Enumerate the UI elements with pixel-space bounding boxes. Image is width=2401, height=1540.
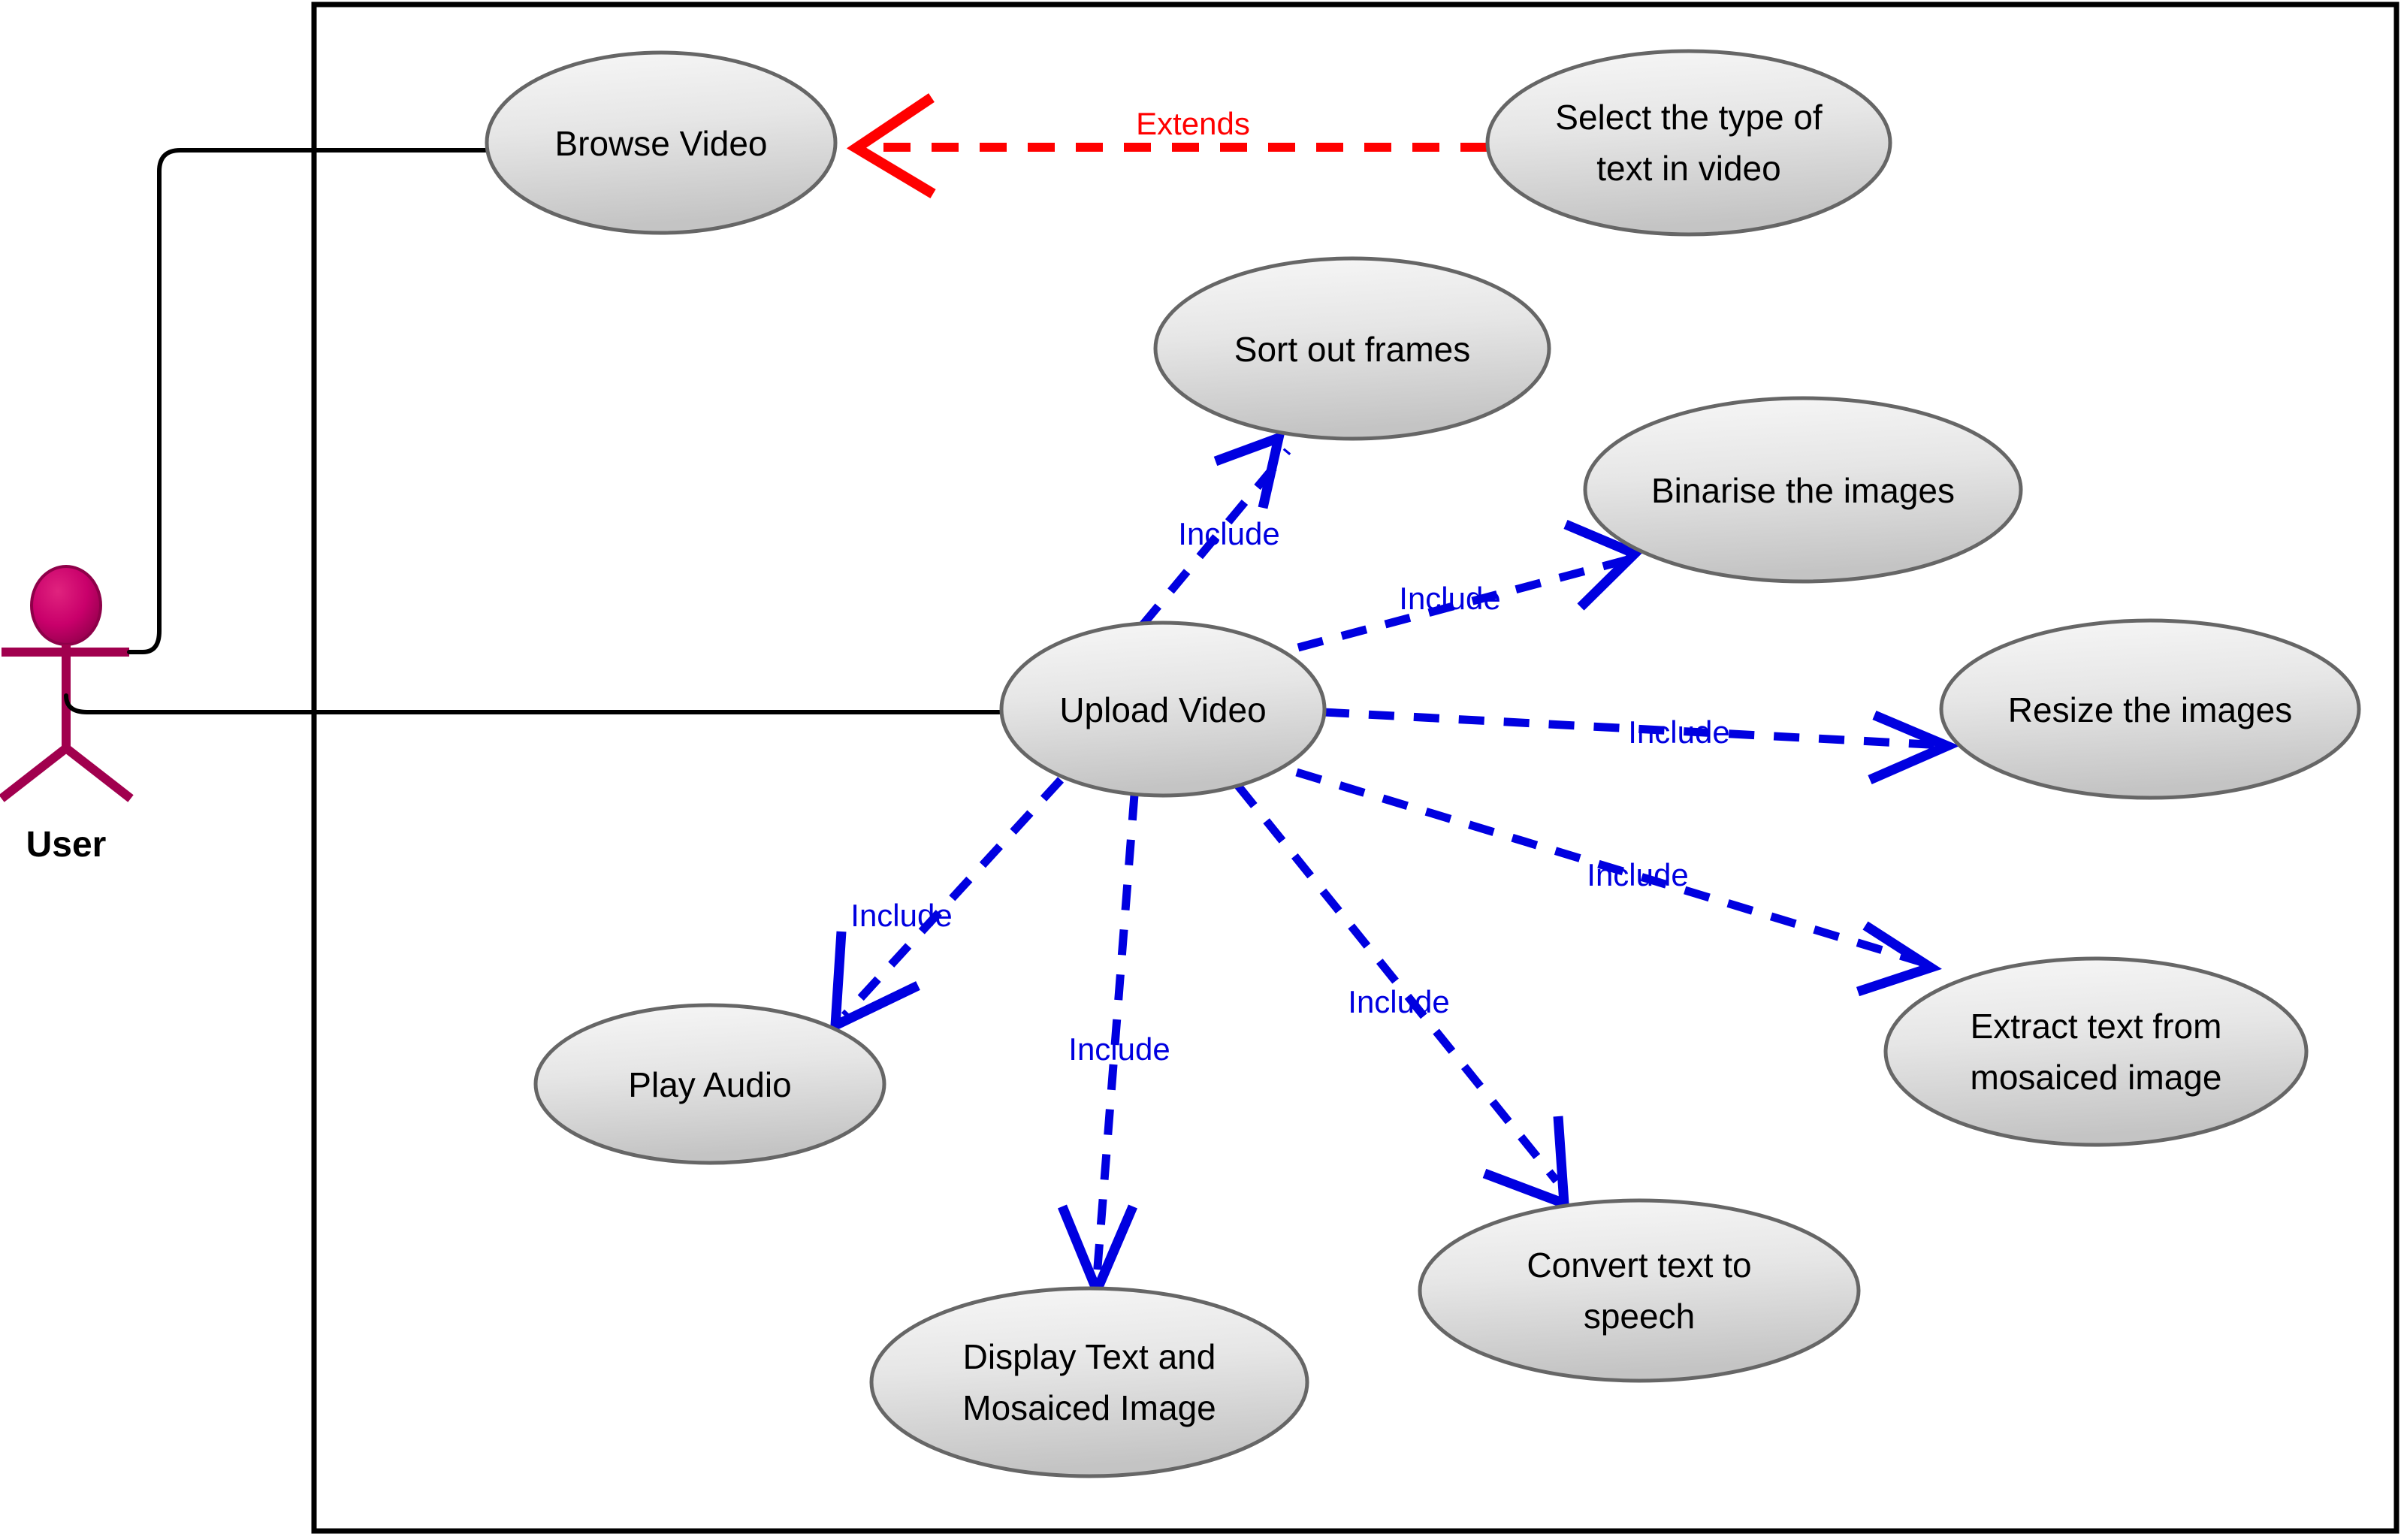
use-case-upload-video[interactable]: Upload Video: [999, 621, 1327, 798]
use-case-label: Browse Video: [555, 124, 768, 163]
relationship-include-upload-to-sort-frames[interactable]: Include: [1138, 430, 1291, 629]
actor-leg-right: [63, 744, 134, 802]
use-case-label: Resize the images: [2008, 690, 2292, 729]
use-case-label-line-2: speech: [1584, 1297, 1695, 1336]
use-case-ellipse: [869, 1286, 1309, 1478]
relationship-include-upload-to-binarise[interactable]: Include: [1297, 520, 1644, 652]
use-case-display-text-mosaiced[interactable]: Display Text and Mosaiced Image: [869, 1286, 1309, 1478]
include-label: Include: [1399, 581, 1500, 616]
use-case-diagram-canvas: User Extends Include Include Include Inc…: [0, 0, 2401, 1540]
actor-user[interactable]: User: [0, 565, 134, 865]
actor-label: User: [26, 825, 107, 865]
include-label: Include: [1178, 516, 1279, 551]
use-case-extract-text[interactable]: Extract text from mosaiced image: [1883, 956, 2309, 1147]
uml-diagram-svg: User Extends Include Include Include Inc…: [0, 2, 2399, 1534]
relationship-include-upload-to-convert-speech[interactable]: Include: [1234, 783, 1570, 1211]
actor-head-icon: [30, 565, 102, 646]
use-case-ellipse: [1883, 956, 2309, 1147]
use-case-ellipse: [1418, 1198, 1861, 1383]
include-arrowhead-icon: [1856, 921, 1942, 997]
use-case-label-line-1: Select the type of: [1555, 98, 1823, 137]
use-case-sort-out-frames[interactable]: Sort out frames: [1153, 256, 1551, 441]
relationship-include-upload-to-extract-text[interactable]: Include: [1295, 768, 1942, 997]
include-label: Include: [1587, 857, 1688, 892]
use-case-label-line-1: Convert text to: [1527, 1246, 1751, 1285]
use-case-convert-text-speech[interactable]: Convert text to speech: [1418, 1198, 1861, 1383]
include-arrowhead-icon: [1213, 430, 1285, 509]
relationship-include-upload-to-display-text[interactable]: Include: [1057, 794, 1170, 1303]
use-case-label-line-1: Extract text from: [1971, 1007, 2222, 1046]
include-arrowhead-icon: [1482, 1116, 1570, 1211]
use-case-ellipse: [1485, 49, 1892, 237]
include-label: Include: [1628, 714, 1729, 750]
use-case-label: Upload Video: [1059, 690, 1266, 729]
relationship-extends-select-to-browse[interactable]: Extends: [846, 93, 1487, 199]
association-user-upload-video[interactable]: [64, 693, 1004, 714]
use-case-binarise-images[interactable]: Binarise the images: [1583, 396, 2023, 584]
relationship-include-upload-to-play-audio[interactable]: Include: [829, 777, 1065, 1034]
extends-label: Extends: [1136, 106, 1250, 141]
include-label: Include: [1068, 1031, 1170, 1067]
relationship-include-upload-to-resize[interactable]: Include: [1323, 708, 1960, 784]
use-case-label: Sort out frames: [1234, 330, 1470, 369]
use-case-play-audio[interactable]: Play Audio: [533, 1003, 886, 1165]
include-arrowhead-icon: [1868, 711, 1960, 784]
association-user-browse-video[interactable]: [127, 148, 491, 654]
include-dashed-line: [1234, 783, 1560, 1184]
use-case-label: Play Audio: [628, 1065, 791, 1104]
use-case-label: Binarise the images: [1651, 471, 1955, 510]
use-case-label-line-1: Display Text and: [963, 1337, 1216, 1376]
use-case-label-line-2: Mosaiced Image: [962, 1388, 1216, 1427]
actor-leg-left: [0, 744, 69, 802]
use-case-browse-video[interactable]: Browse Video: [485, 50, 838, 235]
use-case-select-text-type[interactable]: Select the type of text in video: [1485, 49, 1892, 237]
include-label: Include: [850, 898, 952, 933]
use-case-resize-images[interactable]: Resize the images: [1939, 618, 2361, 800]
include-label: Include: [1348, 984, 1449, 1019]
use-case-label-line-2: mosaiced image: [1971, 1058, 2222, 1097]
use-case-label-line-2: text in video: [1596, 149, 1780, 188]
